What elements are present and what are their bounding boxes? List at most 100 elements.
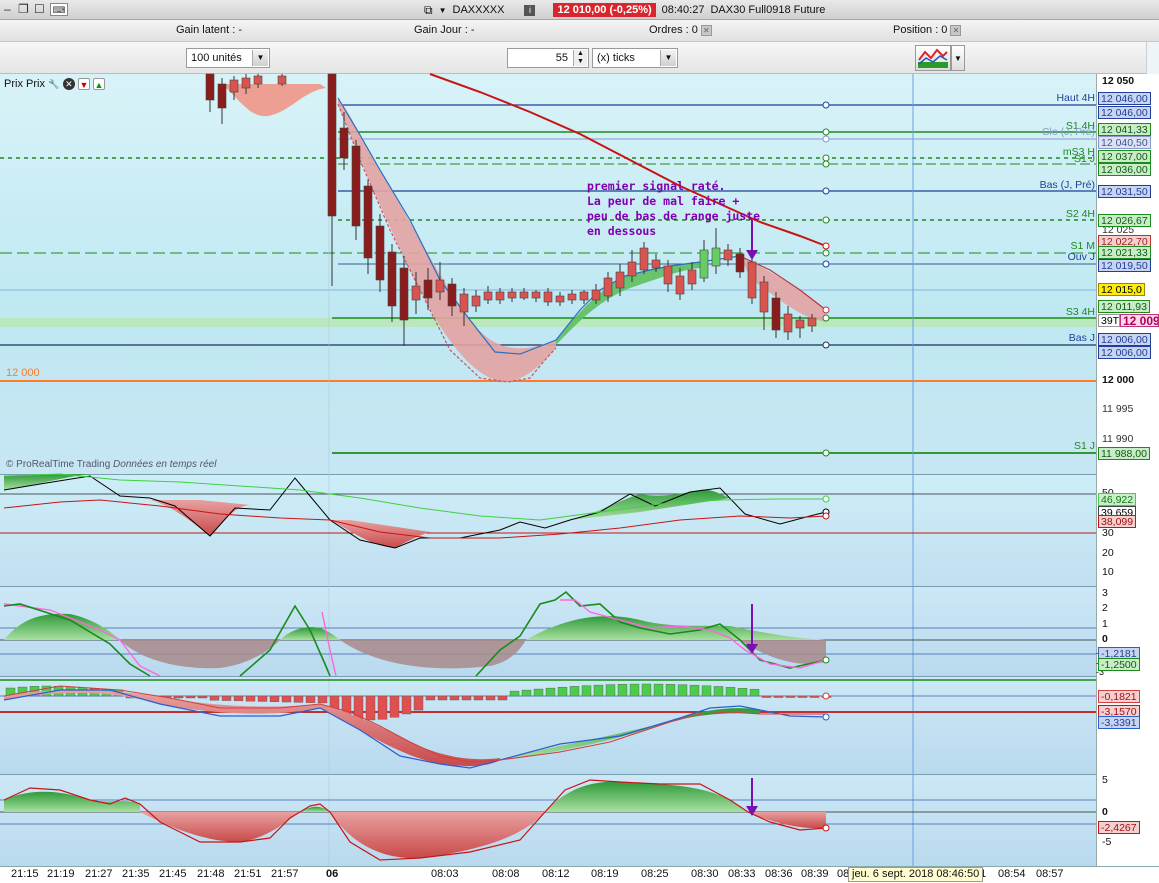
candle-body[interactable] [639,247,649,271]
candle-body[interactable] [363,185,373,259]
chart-canvas[interactable] [0,0,1159,883]
candle-body[interactable] [627,261,637,277]
macd-histogram-bar [701,685,712,697]
candle-body[interactable] [591,289,601,301]
range-band [0,318,1096,327]
macd-histogram-bar [809,695,820,698]
time-label: 08:03 [431,868,459,880]
wrench-icon[interactable]: 🔧 [48,78,60,90]
candle-body[interactable] [663,265,673,285]
candle-body[interactable] [795,319,805,329]
osc1-tick-2: 2 [1102,602,1108,614]
rsi-indicator [0,473,1096,549]
candle-body[interactable] [387,251,397,307]
candle-body[interactable] [277,75,287,85]
candle-body[interactable] [615,271,625,289]
candle-body[interactable] [411,285,421,301]
candle-body[interactable] [699,249,709,279]
candle-body[interactable] [807,317,817,327]
candle-body[interactable] [735,253,745,273]
macd-histogram-bar [509,690,520,697]
macd-histogram-bar [593,684,604,697]
time-label: 08:30 [691,868,719,880]
candle-body[interactable] [471,295,481,307]
macd-histogram-bar [221,695,232,701]
candle-body[interactable] [747,261,757,299]
level-markers [822,101,830,457]
candle-body[interactable] [531,291,541,299]
macd-histogram-bar [665,684,676,697]
macd-histogram-bar [173,695,184,699]
time-label: 21:19 [47,868,75,880]
candle-body[interactable] [205,73,215,101]
macd-indicator [0,679,1096,769]
close-icon[interactable]: ✕ [62,78,75,90]
macd-histogram-bar [473,695,484,701]
macd-histogram-bar [581,685,592,697]
tag-s1-j-low: 11 988,00 [1098,447,1150,460]
candle-body[interactable] [771,297,781,331]
macd-histogram-bar [497,695,508,701]
candle-body[interactable] [675,275,685,295]
candle-body[interactable] [339,127,349,159]
oscillator-2 [0,778,1096,861]
candle-body[interactable] [567,293,577,301]
level-name-ouv-j: Ouv J [1067,251,1095,263]
tag-s2-4h: 12 026,67 [1098,214,1151,227]
time-label: 08:19 [591,868,619,880]
candle-body[interactable] [783,313,793,333]
candle-body[interactable] [651,259,661,269]
candle-body[interactable] [687,269,697,285]
candle-body[interactable] [241,77,251,89]
osc2-tick-5: 5 [1102,774,1108,786]
candle-body[interactable] [229,79,239,93]
tag-bas-j-2: 12 006,00 [1098,346,1151,359]
macd-histogram-bar [617,684,628,697]
note-line-4: en dessous [587,224,657,238]
candle-body[interactable] [543,291,553,303]
candle-body[interactable] [423,279,433,299]
macd-histogram-bar [749,688,760,697]
level-name-bas-j: Bas J [1068,332,1095,344]
candle-body[interactable] [351,145,361,227]
macd-histogram-bar [773,695,784,698]
candle-body[interactable] [459,293,469,313]
candle-body[interactable] [327,73,337,217]
macd-histogram-bar [569,686,580,697]
macd-histogram-bar [713,686,724,697]
candle-body[interactable] [519,291,529,299]
annotation-note[interactable]: premier signal raté. La peur de mal fair… [587,179,760,239]
macd-histogram-bar [689,684,700,697]
candle-body[interactable] [759,281,769,313]
tick-count-badge: 39T [1098,314,1120,327]
candle-body[interactable] [483,291,493,301]
macd-histogram-bar [629,683,640,697]
move-down-icon[interactable]: ▼ [77,78,90,90]
candle-body[interactable] [555,295,565,303]
candle-body[interactable] [375,225,385,281]
tag-s1-j: 12 036,00 [1098,163,1151,176]
price-panel-label: Prix Prix 🔧 ✕ ▼ ▲ [4,76,105,92]
macd-histogram-bar [305,695,316,703]
candle-body[interactable] [507,291,517,299]
level-name-bas-j-pre: Bas (J, Pré) [1039,179,1095,191]
candle-body[interactable] [723,249,733,261]
copyright-brand: © ProRealTime Trading [6,459,111,470]
candle-body[interactable] [399,267,409,321]
candle-body[interactable] [217,83,227,109]
move-up-icon[interactable]: ▲ [92,78,105,90]
candle-body[interactable] [579,291,589,301]
candle-body[interactable] [253,75,263,85]
panel-title: Prix Prix [4,78,45,90]
candle-body[interactable] [495,291,505,301]
osc2-tick-m5: -5 [1102,836,1112,848]
candle-body[interactable] [603,277,613,297]
time-label: 21:48 [197,868,225,880]
macd-histogram-bar [653,683,664,697]
macd-histogram-bar [641,683,652,697]
candle-body[interactable] [447,283,457,307]
macd-tag-1: -0,1821 [1098,690,1140,703]
candle-body[interactable] [435,279,445,293]
candle-body[interactable] [711,247,721,267]
macd-histogram-bar [389,695,400,718]
